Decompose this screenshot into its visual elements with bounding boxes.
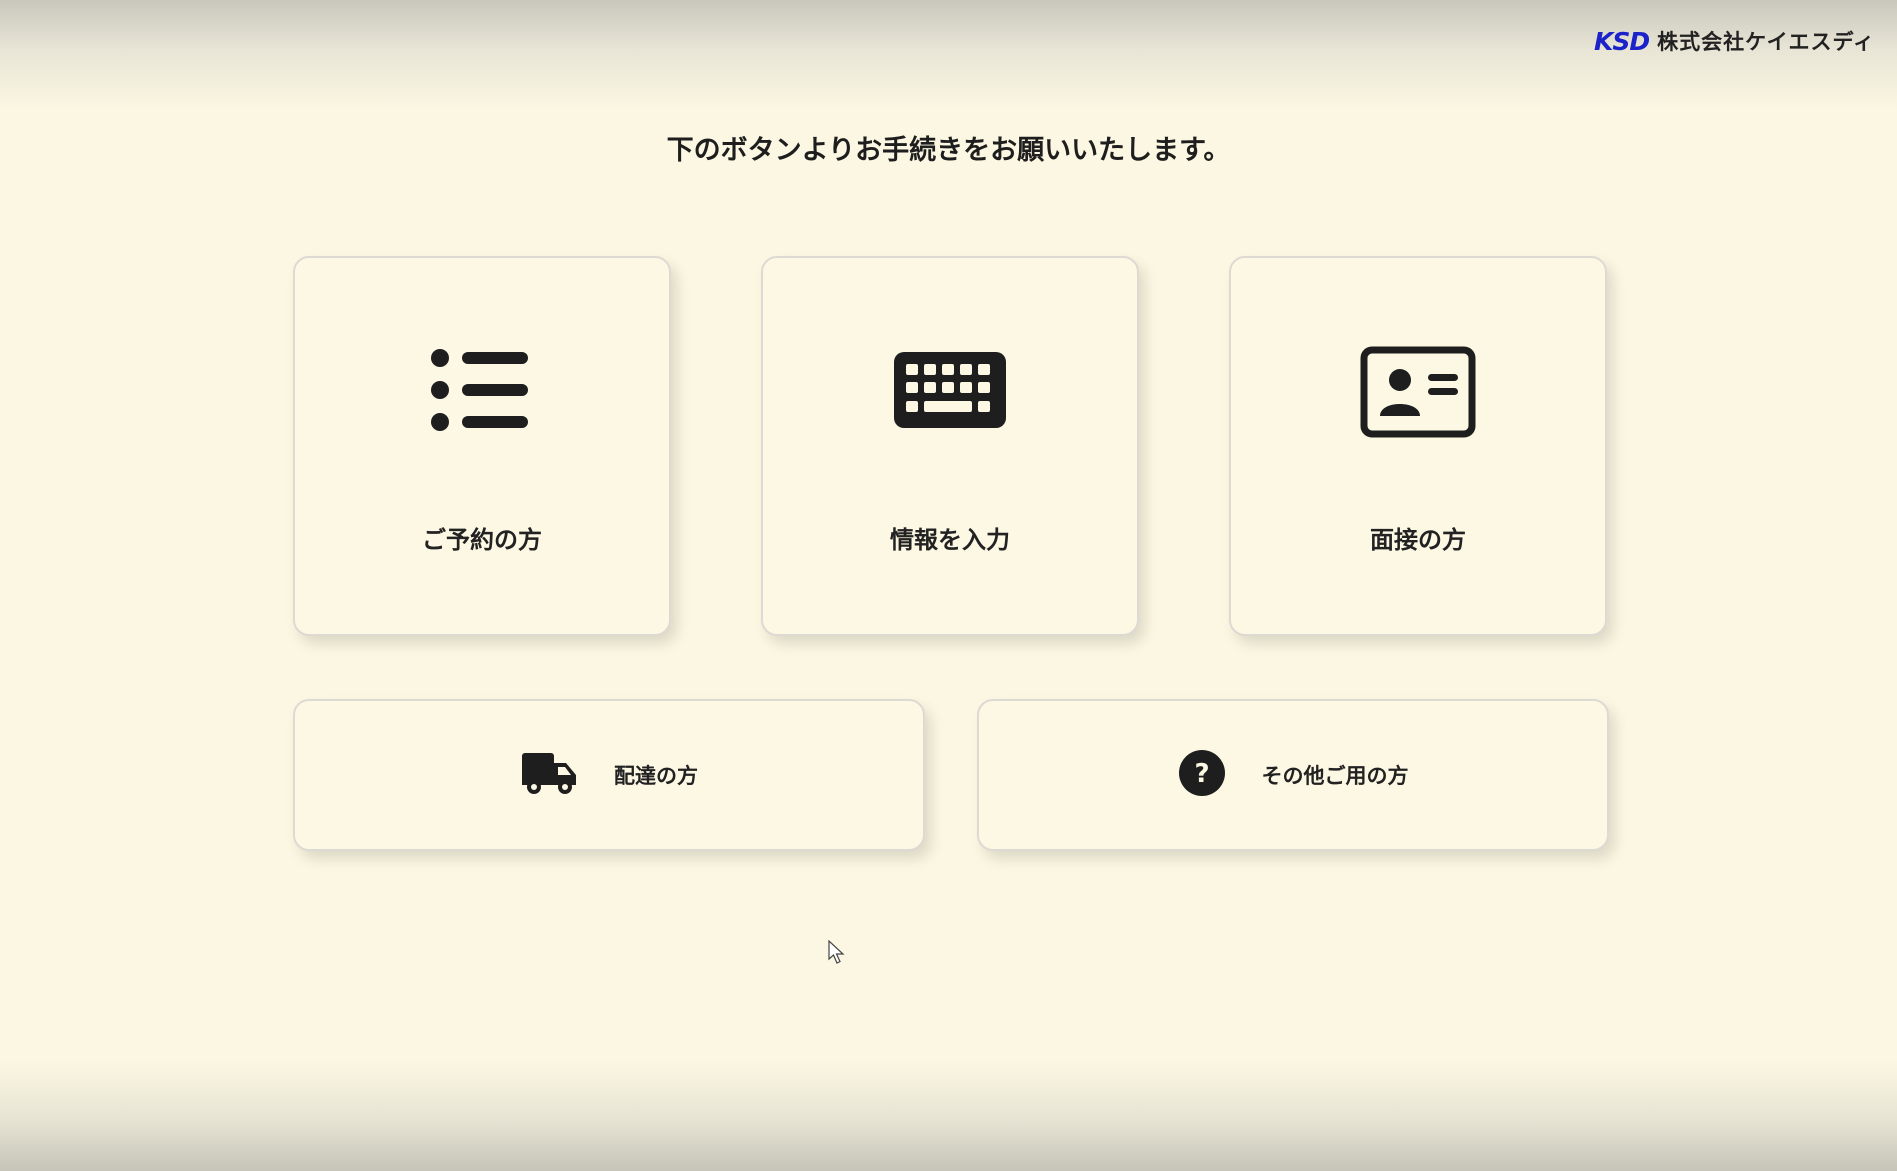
enter-info-label: 情報を入力 <box>890 526 1010 554</box>
other-label: その他ご用の方 <box>1261 764 1409 788</box>
reservation-label: ご予約の方 <box>422 526 542 554</box>
bottom-shade <box>0 1061 1897 1171</box>
mouse-cursor-icon <box>828 939 846 970</box>
keyboard-icon <box>763 346 1137 434</box>
list-icon <box>295 346 669 434</box>
logo-mark: KSD <box>1593 26 1650 56</box>
enter-info-button[interactable]: 情報を入力 <box>761 256 1139 636</box>
svg-text:?: ? <box>1194 759 1209 789</box>
question-circle-icon: ? <box>1178 749 1226 801</box>
instruction-text: 下のボタンよりお手続きをお願いいたします。 <box>666 135 1231 166</box>
reservation-button[interactable]: ご予約の方 <box>293 256 671 636</box>
delivery-label: 配達の方 <box>614 764 698 788</box>
interview-button[interactable]: 面接の方 <box>1229 256 1607 636</box>
delivery-button[interactable]: 配達の方 <box>293 699 925 851</box>
truck-icon <box>520 749 578 801</box>
company-name: 株式会社ケイエスディ <box>1657 30 1875 54</box>
other-button[interactable]: ? その他ご用の方 <box>977 699 1609 851</box>
id-card-icon <box>1231 346 1605 438</box>
company-logo: KSD 株式会社ケイエスディ <box>1594 26 1875 56</box>
interview-label: 面接の方 <box>1370 526 1466 554</box>
